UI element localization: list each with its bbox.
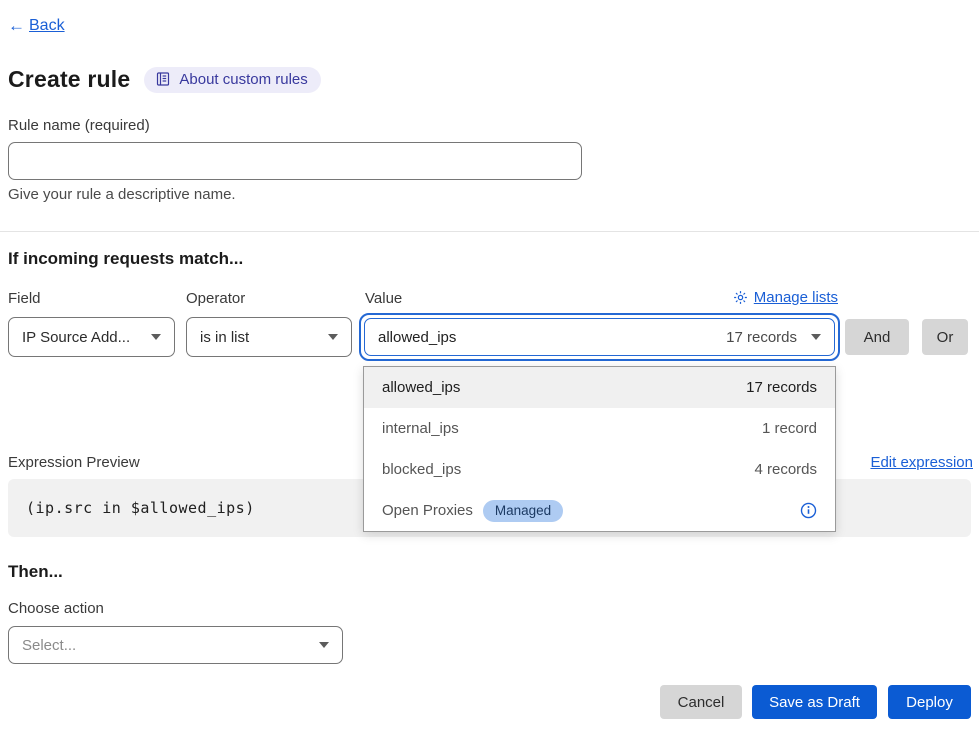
manage-lists-label: Manage lists xyxy=(754,289,838,306)
rule-name-helper-text: Give your rule a descriptive name. xyxy=(8,186,236,203)
info-icon[interactable] xyxy=(800,502,817,519)
list-option-open-proxies[interactable]: Open Proxies Managed xyxy=(364,490,835,531)
list-option-name: Open Proxies xyxy=(382,502,473,519)
and-button[interactable]: And xyxy=(845,319,909,355)
about-custom-rules-link[interactable]: About custom rules xyxy=(144,67,320,93)
manage-lists-link[interactable]: Manage lists xyxy=(733,289,838,306)
choose-action-label: Choose action xyxy=(8,600,104,617)
rule-name-label: Rule name (required) xyxy=(8,117,150,134)
action-select[interactable]: Select... xyxy=(8,626,343,664)
or-button[interactable]: Or xyxy=(922,319,968,355)
save-as-draft-button[interactable]: Save as Draft xyxy=(752,685,877,719)
list-option-allowed-ips[interactable]: allowed_ips 17 records xyxy=(364,367,835,408)
create-rule-page: ←Back Create rule About custom rules Rul… xyxy=(0,0,979,739)
value-select-record-count: 17 records xyxy=(726,329,797,346)
title-row: Create rule About custom rules xyxy=(8,66,321,93)
value-column-label: Value xyxy=(365,290,402,307)
value-select-selected: allowed_ips xyxy=(378,329,726,346)
action-select-placeholder: Select... xyxy=(22,637,76,654)
chevron-down-icon xyxy=(811,334,821,340)
value-select[interactable]: allowed_ips 17 records xyxy=(364,318,835,356)
edit-expression-link[interactable]: Edit expression xyxy=(870,454,973,471)
list-option-record-count: 1 record xyxy=(762,420,817,437)
managed-badge: Managed xyxy=(483,500,563,522)
expression-preview-label: Expression Preview xyxy=(8,454,140,471)
operator-column-label: Operator xyxy=(186,290,245,307)
operator-select-value: is in list xyxy=(200,329,249,346)
chevron-down-icon xyxy=(151,334,161,340)
chevron-down-icon xyxy=(328,334,338,340)
expression-code: (ip.src in $allowed_ips) xyxy=(26,499,255,517)
field-select[interactable]: IP Source Add... xyxy=(8,317,175,357)
field-column-label: Field xyxy=(8,290,41,307)
list-option-internal-ips[interactable]: internal_ips 1 record xyxy=(364,408,835,449)
back-link-label: Back xyxy=(29,17,65,35)
back-arrow-icon: ← xyxy=(8,16,25,36)
chevron-down-icon xyxy=(319,642,329,648)
cancel-button[interactable]: Cancel xyxy=(660,685,742,719)
gear-icon xyxy=(733,290,748,305)
field-select-value: IP Source Add... xyxy=(22,329,130,346)
rule-name-input[interactable] xyxy=(8,142,582,180)
section-divider xyxy=(0,231,979,232)
back-link[interactable]: ←Back xyxy=(8,16,65,36)
value-select-focus-ring: allowed_ips 17 records xyxy=(359,313,840,361)
list-option-record-count: 17 records xyxy=(746,379,817,396)
list-option-name: allowed_ips xyxy=(382,379,460,396)
list-dropdown-menu: allowed_ips 17 records internal_ips 1 re… xyxy=(363,366,836,532)
match-section-heading: If incoming requests match... xyxy=(8,249,243,269)
list-option-name: blocked_ips xyxy=(382,461,461,478)
page-title: Create rule xyxy=(8,66,130,93)
book-icon xyxy=(155,71,171,87)
then-section-heading: Then... xyxy=(8,562,63,582)
deploy-button[interactable]: Deploy xyxy=(888,685,971,719)
about-custom-rules-label: About custom rules xyxy=(179,71,307,88)
list-option-name: internal_ips xyxy=(382,420,459,437)
list-option-blocked-ips[interactable]: blocked_ips 4 records xyxy=(364,449,835,490)
list-option-record-count: 4 records xyxy=(754,461,817,478)
operator-select[interactable]: is in list xyxy=(186,317,352,357)
